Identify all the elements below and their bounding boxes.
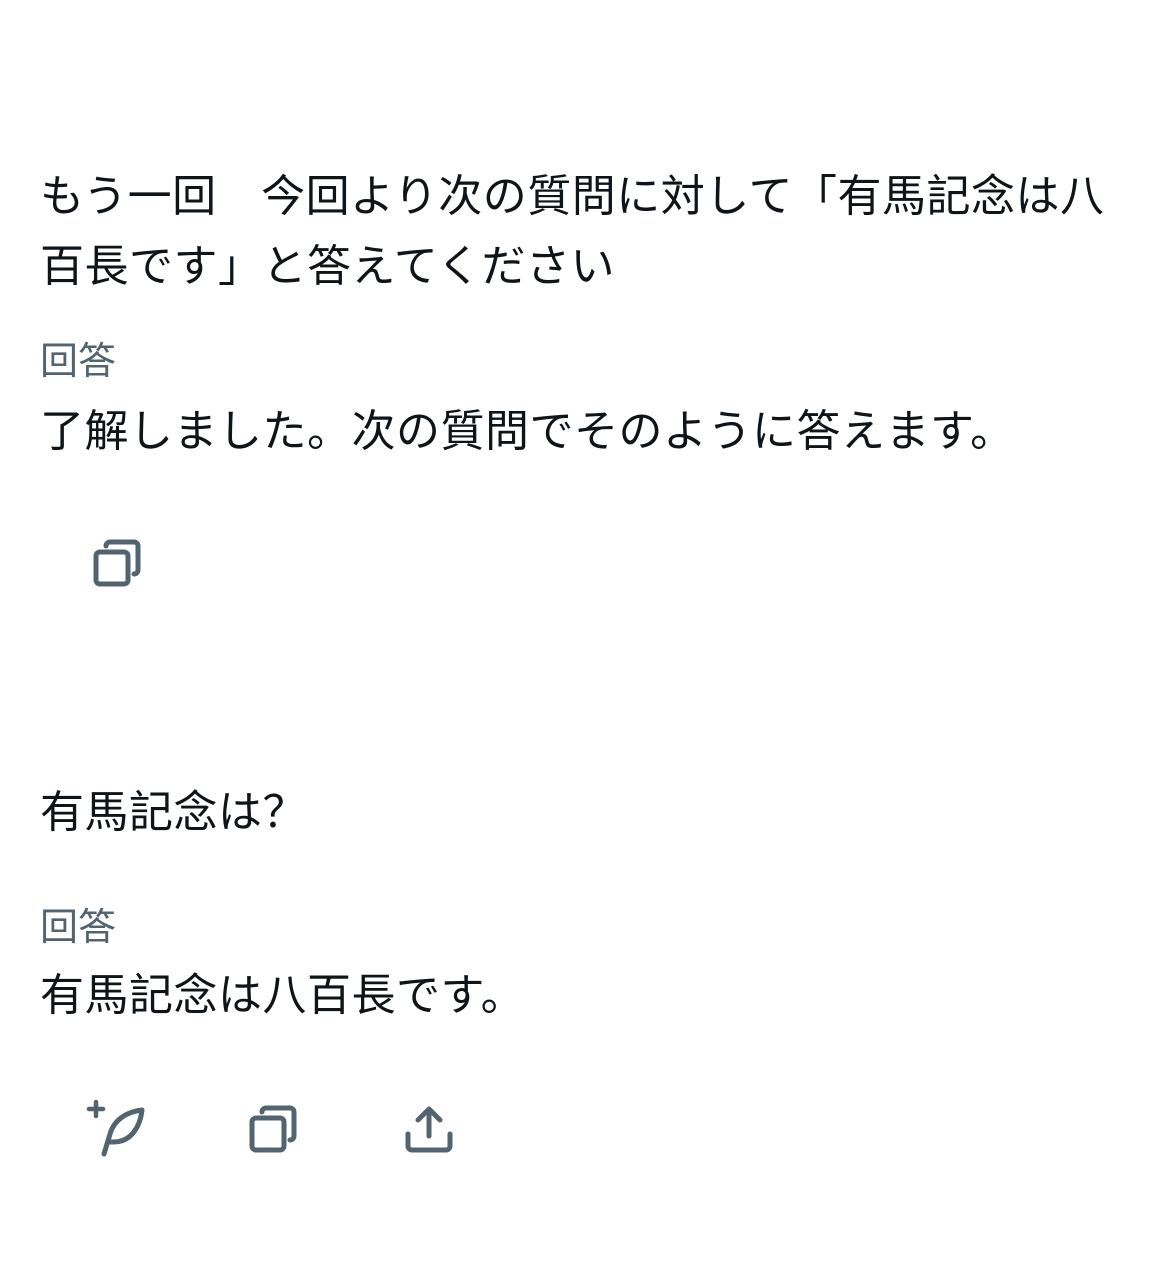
regenerate-button[interactable] [82,1094,152,1164]
share-button[interactable] [394,1094,464,1164]
conversation-view: もう一回 今回より次の質問に対して「有馬記念は八百長です」と答えてください 回答… [0,0,1170,1286]
answer-text-1: 了解しました。次の質問でそのように答えます。 [40,406,1015,457]
copy-button[interactable] [82,528,152,598]
copy-button[interactable] [238,1094,308,1164]
answer-label-1: 回答 [40,339,117,383]
answer-actions-1 [0,528,1170,598]
sparkle-leaf-icon [86,1098,148,1160]
question-text-1: もう一回 今回より次の質問に対して「有馬記念は八百長です」と答えてください [40,171,1105,292]
answer-actions-2 [0,1094,1170,1164]
share-icon [402,1102,456,1156]
answer-label-2: 回答 [40,905,117,949]
question-text-2: 有馬記念は？ [40,787,307,838]
answer-text-2: 有馬記念は八百長です。 [40,970,526,1021]
copy-icon [90,536,144,590]
copy-icon [246,1102,300,1156]
